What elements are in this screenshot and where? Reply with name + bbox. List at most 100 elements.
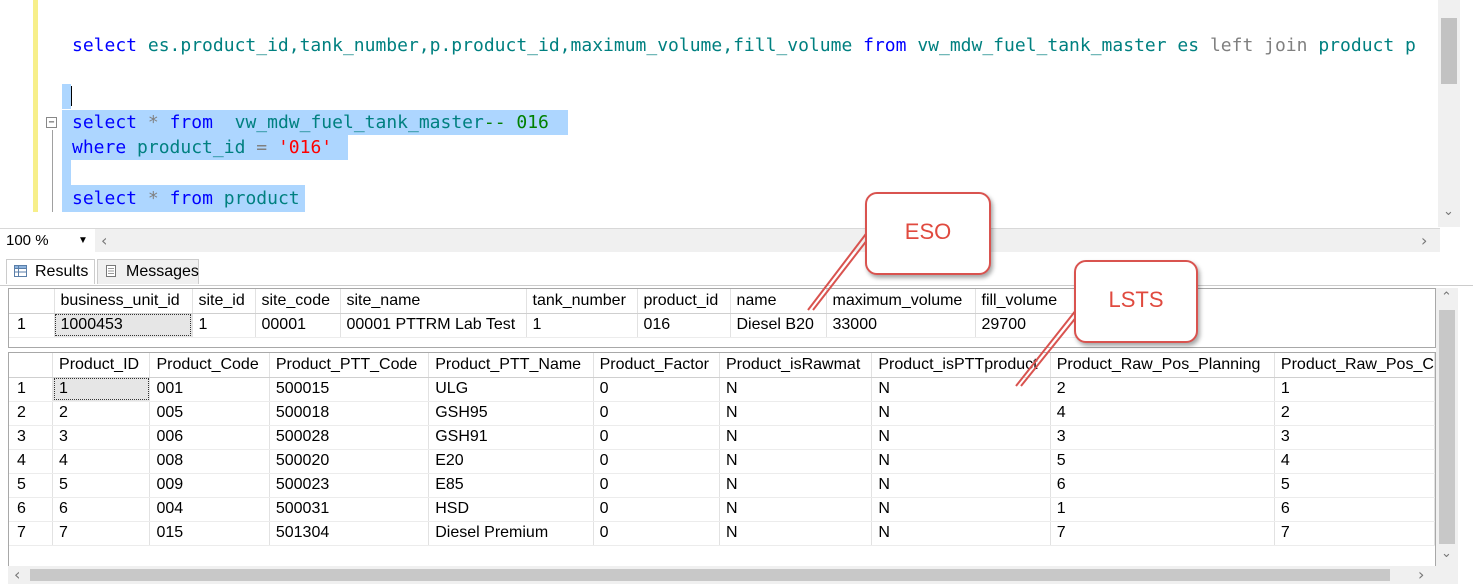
table-cell[interactable]: GSH95 <box>428 401 594 426</box>
table-cell[interactable]: 1 <box>526 313 638 338</box>
table-cell[interactable]: 0 <box>593 377 721 402</box>
column-header[interactable]: site_id <box>192 289 256 314</box>
table-cell[interactable]: 6 <box>52 497 151 522</box>
table-cell[interactable]: 5 <box>1274 473 1435 498</box>
table-cell[interactable]: 500028 <box>269 425 430 450</box>
chevron-down-icon[interactable]: ⌄ <box>1441 546 1452 561</box>
table-cell[interactable]: 3 <box>1050 425 1275 450</box>
row-number[interactable]: 1 <box>9 313 55 338</box>
table-row[interactable]: 1 1 001 500015 ULG 0 N N 2 1 <box>9 377 1435 402</box>
column-header[interactable]: site_code <box>255 289 341 314</box>
table-cell[interactable]: 005 <box>149 401 270 426</box>
table-cell[interactable]: 0 <box>593 425 721 450</box>
dropdown-arrow-icon[interactable]: ▼ <box>78 231 88 251</box>
table-cell[interactable]: 1 <box>192 313 256 338</box>
scrollbar-thumb[interactable] <box>1439 310 1455 544</box>
table-cell[interactable]: 1 <box>1050 497 1275 522</box>
table-cell[interactable]: E20 <box>428 449 594 474</box>
table-cell[interactable]: N <box>719 521 873 546</box>
column-header[interactable]: Product_Factor <box>593 353 721 378</box>
table-cell[interactable]: N <box>871 377 1051 402</box>
table-cell[interactable]: 001 <box>149 377 270 402</box>
table-cell[interactable]: 501304 <box>269 521 430 546</box>
result-grid-1[interactable]: business_unit_id site_id site_code site_… <box>8 288 1436 348</box>
table-cell[interactable]: ULG <box>428 377 594 402</box>
result-grid-2[interactable]: Product_ID Product_Code Product_PTT_Code… <box>8 352 1436 567</box>
table-cell[interactable]: HSD <box>428 497 594 522</box>
column-header[interactable]: maximum_volume <box>826 289 976 314</box>
table-cell[interactable]: 7 <box>1274 521 1435 546</box>
table-cell[interactable]: 500023 <box>269 473 430 498</box>
editor-vertical-scrollbar[interactable]: ⌄ <box>1438 0 1460 227</box>
chevron-right-icon[interactable]: › <box>1421 231 1427 250</box>
chevron-down-icon[interactable]: ⌄ <box>1443 204 1454 219</box>
chevron-up-icon[interactable]: ⌃ <box>1441 290 1452 305</box>
results-vertical-scrollbar[interactable]: ⌃ ⌄ <box>1436 288 1458 566</box>
table-cell[interactable]: 016 <box>637 313 731 338</box>
table-cell[interactable]: 1000453 <box>54 313 193 338</box>
table-row[interactable]: 3 3 006 500028 GSH91 0 N N 3 3 <box>9 425 1435 450</box>
table-cell[interactable]: 3 <box>52 425 151 450</box>
row-number[interactable]: 3 <box>9 425 54 450</box>
table-cell[interactable]: N <box>719 473 873 498</box>
table-cell[interactable]: 500031 <box>269 497 430 522</box>
table-cell[interactable]: 015 <box>149 521 270 546</box>
table-cell[interactable]: GSH91 <box>428 425 594 450</box>
scrollbar-thumb[interactable] <box>30 569 1390 581</box>
table-cell[interactable]: Diesel Premium <box>428 521 594 546</box>
table-cell[interactable]: N <box>719 449 873 474</box>
table-cell[interactable]: N <box>719 425 873 450</box>
scrollbar-thumb[interactable] <box>1441 18 1457 84</box>
table-row[interactable]: 2 2 005 500018 GSH95 0 N N 4 2 <box>9 401 1435 426</box>
column-header[interactable]: Product_Code <box>149 353 270 378</box>
table-cell[interactable]: 4 <box>52 449 151 474</box>
chevron-left-icon[interactable]: ‹ <box>14 565 20 584</box>
table-cell[interactable]: 0 <box>593 473 721 498</box>
results-horizontal-scrollbar[interactable]: ‹ › <box>8 565 1458 584</box>
table-row[interactable]: 4 4 008 500020 E20 0 N N 5 4 <box>9 449 1435 474</box>
table-cell[interactable]: N <box>719 401 873 426</box>
table-cell[interactable]: 006 <box>149 425 270 450</box>
column-header[interactable]: product_id <box>637 289 731 314</box>
chevron-left-icon[interactable]: ‹ <box>101 231 107 250</box>
collapse-icon[interactable]: − <box>46 117 57 128</box>
table-cell[interactable]: 009 <box>149 473 270 498</box>
table-cell[interactable]: E85 <box>428 473 594 498</box>
table-cell[interactable]: 3 <box>1274 425 1435 450</box>
table-cell[interactable]: 004 <box>149 497 270 522</box>
table-cell[interactable]: 6 <box>1274 497 1435 522</box>
chevron-right-icon[interactable]: › <box>1418 565 1424 584</box>
row-number[interactable]: 1 <box>9 377 54 402</box>
table-row[interactable]: 1 1000453 1 00001 00001 PTTRM Lab Test 1… <box>9 313 1176 338</box>
table-cell[interactable]: 5 <box>52 473 151 498</box>
table-cell[interactable]: 6 <box>1050 473 1275 498</box>
table-cell[interactable]: 2 <box>1274 401 1435 426</box>
table-cell[interactable]: 00001 <box>255 313 341 338</box>
column-header[interactable]: Product_Raw_Pos_Planning <box>1050 353 1275 378</box>
table-row[interactable]: 7 7 015 501304 Diesel Premium 0 N N 7 7 <box>9 521 1435 546</box>
column-header[interactable]: Product_ID <box>52 353 151 378</box>
column-header[interactable]: Product_Raw_Pos_C <box>1274 353 1435 378</box>
table-cell[interactable]: N <box>719 377 873 402</box>
tab-results[interactable]: Results <box>6 259 95 284</box>
table-cell[interactable]: N <box>871 497 1051 522</box>
table-cell[interactable]: 33000 <box>826 313 976 338</box>
table-cell[interactable]: 008 <box>149 449 270 474</box>
column-header[interactable]: tank_number <box>526 289 638 314</box>
table-cell[interactable]: 0 <box>593 449 721 474</box>
column-header[interactable]: Product_isRawmat <box>719 353 873 378</box>
row-number[interactable]: 5 <box>9 473 54 498</box>
table-cell[interactable]: 7 <box>1050 521 1275 546</box>
table-cell[interactable]: 500018 <box>269 401 430 426</box>
table-row[interactable]: 6 6 004 500031 HSD 0 N N 1 6 <box>9 497 1435 522</box>
table-cell[interactable]: N <box>871 449 1051 474</box>
table-cell[interactable]: Diesel B20 <box>730 313 827 338</box>
table-cell[interactable]: 0 <box>593 521 721 546</box>
column-header[interactable]: Product_isPTTproduct <box>871 353 1051 378</box>
table-cell[interactable]: N <box>871 425 1051 450</box>
column-header[interactable]: name <box>730 289 827 314</box>
table-cell[interactable]: 5 <box>1050 449 1275 474</box>
table-cell[interactable]: N <box>871 473 1051 498</box>
table-cell[interactable]: 0 <box>593 497 721 522</box>
column-header[interactable]: Product_PTT_Code <box>269 353 430 378</box>
